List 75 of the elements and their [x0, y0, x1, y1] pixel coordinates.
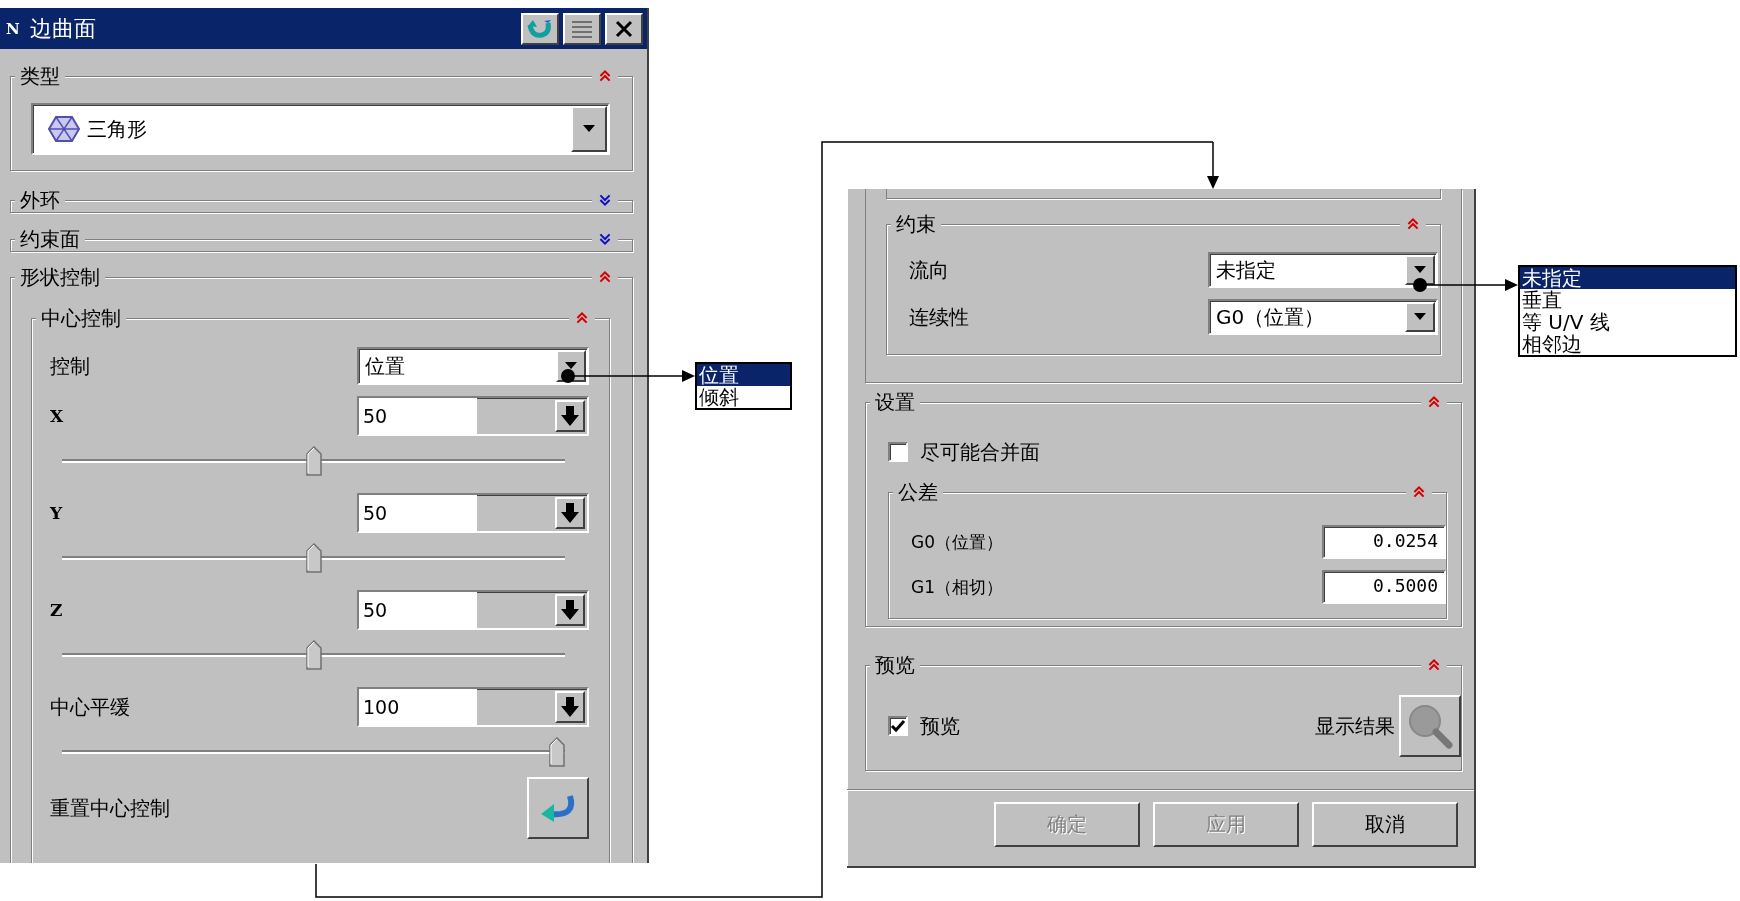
field-label: 连续性 [909, 303, 969, 331]
down-arrow-button[interactable] [555, 594, 585, 626]
slider-thumb[interactable] [305, 640, 322, 670]
dialog-button[interactable]: 取消 [1312, 802, 1458, 847]
list-item[interactable]: 垂直 [1520, 289, 1735, 311]
field-label: 重置中心控制 [50, 794, 170, 822]
checkbox-label: 预览 [920, 712, 960, 740]
connector-arrow [1207, 141, 1219, 189]
dropdown[interactable]: 位置 [357, 347, 589, 385]
slider-thumb[interactable] [305, 543, 322, 573]
group-title: 外环 [15, 188, 65, 212]
field-label: 中心平缓 [50, 693, 130, 721]
list-item[interactable]: 相邻边 [1520, 333, 1735, 355]
slider-thumb[interactable] [549, 737, 565, 767]
list-item[interactable]: 位置 [697, 364, 790, 386]
group-title: 中心控制 [36, 306, 126, 330]
group-title: 预览 [870, 653, 920, 677]
field-label: 流向 [909, 256, 949, 284]
slider[interactable] [62, 543, 565, 573]
group-title: 设置 [870, 390, 920, 414]
dropdown[interactable]: G0（位置） [1208, 299, 1438, 335]
check-icon [890, 719, 906, 733]
field-label: Y [50, 503, 63, 523]
checkbox[interactable] [888, 442, 908, 462]
number-field[interactable]: 0.0254 [1322, 525, 1446, 559]
group-title: 形状控制 [15, 265, 105, 289]
field-label: Z [50, 600, 63, 620]
field-label: 控制 [50, 352, 90, 380]
number-field[interactable]: 50 [357, 590, 589, 630]
down-arrow-button[interactable] [555, 497, 585, 529]
dropdown-button[interactable] [1405, 302, 1435, 332]
field-label: G0（位置） [911, 530, 1003, 554]
list-item[interactable]: 未指定 [1520, 267, 1735, 289]
number-field[interactable]: 100 [357, 687, 589, 727]
slider[interactable] [62, 737, 565, 767]
group-title: 类型 [15, 64, 65, 88]
caret-down-icon [583, 125, 595, 133]
caret-down-icon [1414, 266, 1426, 274]
curved-arrow-button[interactable] [521, 12, 559, 45]
search-button[interactable] [1399, 695, 1461, 757]
slider-thumb[interactable] [305, 446, 322, 476]
dropdown-button[interactable] [571, 106, 607, 152]
button-label: 显示结果 [1315, 712, 1395, 740]
group-title: 公差 [893, 480, 943, 504]
down-arrow-button[interactable] [555, 400, 585, 432]
field-label: X [50, 406, 64, 426]
close-button[interactable] [605, 12, 643, 45]
dropdown[interactable]: 未指定 [1208, 252, 1438, 288]
down-arrow-icon [560, 405, 580, 427]
dropdown-button[interactable] [1405, 255, 1435, 285]
close-icon [615, 19, 633, 38]
app-letter: N [6, 19, 20, 38]
number-field[interactable]: 50 [357, 396, 589, 436]
down-arrow-button[interactable] [555, 691, 585, 723]
field-label: G1（相切） [911, 575, 1003, 599]
down-arrow-icon [560, 696, 580, 718]
checkbox[interactable] [888, 716, 908, 736]
down-arrow-icon [560, 599, 580, 621]
checkbox-label: 尽可能合并面 [920, 438, 1040, 466]
list-item[interactable]: 倾斜 [697, 386, 790, 408]
number-field[interactable]: 50 [357, 493, 589, 533]
group-title: 约束 [891, 212, 941, 236]
group-title: 约束面 [15, 227, 85, 251]
slider[interactable] [62, 446, 565, 476]
list-item[interactable]: 等 U/V 线 [1520, 311, 1735, 333]
menu-button[interactable] [563, 12, 601, 45]
menu-icon [570, 18, 594, 39]
caret-down-icon [1414, 313, 1426, 321]
curved-arrow-button[interactable] [527, 777, 589, 839]
number-field[interactable]: 0.5000 [1322, 570, 1446, 604]
dropdown[interactable]: 三角形 [31, 103, 610, 155]
slider[interactable] [62, 640, 565, 670]
window-title: 边曲面 [29, 14, 97, 43]
down-arrow-icon [560, 502, 580, 524]
mesh-icon [47, 114, 81, 144]
